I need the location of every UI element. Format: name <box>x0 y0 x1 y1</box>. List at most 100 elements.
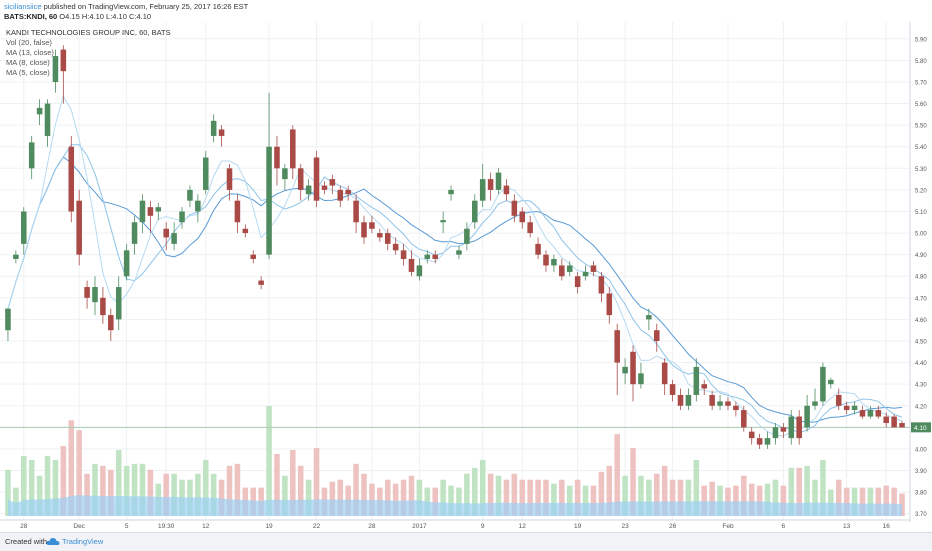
candle-body <box>408 258 415 272</box>
candle-body <box>369 222 375 229</box>
candle-body <box>36 107 43 115</box>
candle-body <box>653 330 660 341</box>
candle-body <box>13 254 19 259</box>
candle-body <box>60 49 67 72</box>
candle-body <box>812 401 818 406</box>
legend-vol[interactable]: Vol (20, false) <box>6 38 52 47</box>
time-tick-label: 12 <box>202 523 210 530</box>
candle-body <box>788 416 795 439</box>
candle-body <box>756 438 763 445</box>
candle-body <box>511 200 518 216</box>
last-price-badge: 4.10 <box>911 422 931 433</box>
candle-body <box>195 200 201 212</box>
candle-body <box>329 179 336 186</box>
candle-body <box>44 103 51 136</box>
candle-body <box>234 200 241 223</box>
candle-body <box>820 366 826 402</box>
candle-body <box>28 142 35 169</box>
candle-body <box>305 185 312 195</box>
candle-body <box>242 228 249 234</box>
high-value: H:4.10 <box>81 12 104 21</box>
candle-body <box>851 405 858 411</box>
price-tick-label: 4.70 <box>915 296 927 302</box>
candle-body <box>226 168 233 190</box>
time-tick-label: 19 <box>574 523 582 530</box>
candle-body <box>179 211 185 223</box>
candle-body <box>551 258 557 266</box>
candle-body <box>139 200 146 223</box>
time-tick-label: 22 <box>313 523 321 530</box>
price-tick-label: 5.30 <box>915 167 927 173</box>
time-tick-label: 19:30 <box>158 523 175 530</box>
candle-body <box>487 179 494 190</box>
candle-body <box>764 438 771 445</box>
candle-body <box>693 366 700 395</box>
legend-ma8[interactable]: MA (8, close) <box>6 58 50 67</box>
time-tick-label: 13 <box>843 523 851 530</box>
candle-body <box>630 351 636 385</box>
candle-body <box>804 405 810 428</box>
candle-body <box>218 129 225 136</box>
price-tick-label: 5.80 <box>915 59 927 65</box>
ohlc-readout: BATS:KNDI, 60 O4.15 H:4.10 L:4.10 C:4.10 <box>4 12 151 22</box>
price-tick-label: 5.60 <box>915 102 927 108</box>
candle-body <box>68 146 75 212</box>
time-tick-label: 6 <box>782 523 786 530</box>
candle-body <box>709 394 715 406</box>
candle-body <box>717 401 723 406</box>
candle-body <box>400 250 407 259</box>
time-tick-label: 28 <box>368 523 376 530</box>
publish-header: siciliansiice published on TradingView.c… <box>4 2 248 12</box>
candle-body <box>875 410 882 417</box>
time-tick-label: 2017 <box>412 523 427 530</box>
candle-body <box>297 168 304 190</box>
tradingview-cloud-icon[interactable] <box>46 537 60 547</box>
author-link[interactable]: siciliansiice <box>4 2 42 11</box>
candle-body <box>290 129 296 169</box>
candle-body <box>108 315 114 331</box>
candle-body <box>582 271 589 277</box>
candle-body <box>313 157 320 201</box>
candle-body <box>52 56 59 82</box>
candle-body <box>448 189 454 195</box>
candle-body <box>725 401 731 406</box>
candle-body <box>100 297 106 316</box>
time-tick-label: 5 <box>125 523 129 530</box>
candle-body <box>622 366 628 374</box>
candle-body <box>361 222 367 238</box>
candle-body <box>535 243 541 255</box>
price-tick-label: 4.80 <box>915 275 927 281</box>
candle-body <box>84 287 90 298</box>
candle-body <box>76 200 82 255</box>
candle-body <box>424 254 431 259</box>
legend-ma13[interactable]: MA (13, close) <box>6 48 54 57</box>
candle-body <box>21 211 27 244</box>
candle-body <box>543 254 549 266</box>
legend-ma5[interactable]: MA (5, close) <box>6 68 50 77</box>
price-tick-label: 4.20 <box>915 404 927 410</box>
price-tick-label: 5.00 <box>915 232 927 238</box>
candle-body <box>472 200 478 223</box>
candle-body <box>843 405 850 411</box>
candle-body <box>464 228 470 244</box>
price-tick-label: 5.10 <box>915 210 927 216</box>
candle-body <box>669 384 676 395</box>
candle-body <box>171 233 177 244</box>
candle-body <box>92 287 98 303</box>
time-tick-label: 23 <box>621 523 629 530</box>
candle-body <box>796 416 802 439</box>
candle-body <box>646 315 652 320</box>
candle-body <box>345 189 351 195</box>
candle-body <box>250 254 257 259</box>
symbol-label: BATS:KNDI, 60 <box>4 12 58 21</box>
time-tick-label: 9 <box>481 523 485 530</box>
candle-body <box>266 146 272 255</box>
candle-body <box>258 280 264 285</box>
tradingview-brand[interactable]: TradingView <box>62 533 103 551</box>
low-value: L:4.10 <box>106 12 127 21</box>
candle-body <box>416 265 423 277</box>
candle-body <box>527 222 533 234</box>
price-tick-label: 4.40 <box>915 361 927 367</box>
price-chart[interactable]: KANDI TECHNOLOGIES GROUP INC, 60, BATS V… <box>0 22 932 530</box>
price-tick-label: 4.50 <box>915 339 927 345</box>
